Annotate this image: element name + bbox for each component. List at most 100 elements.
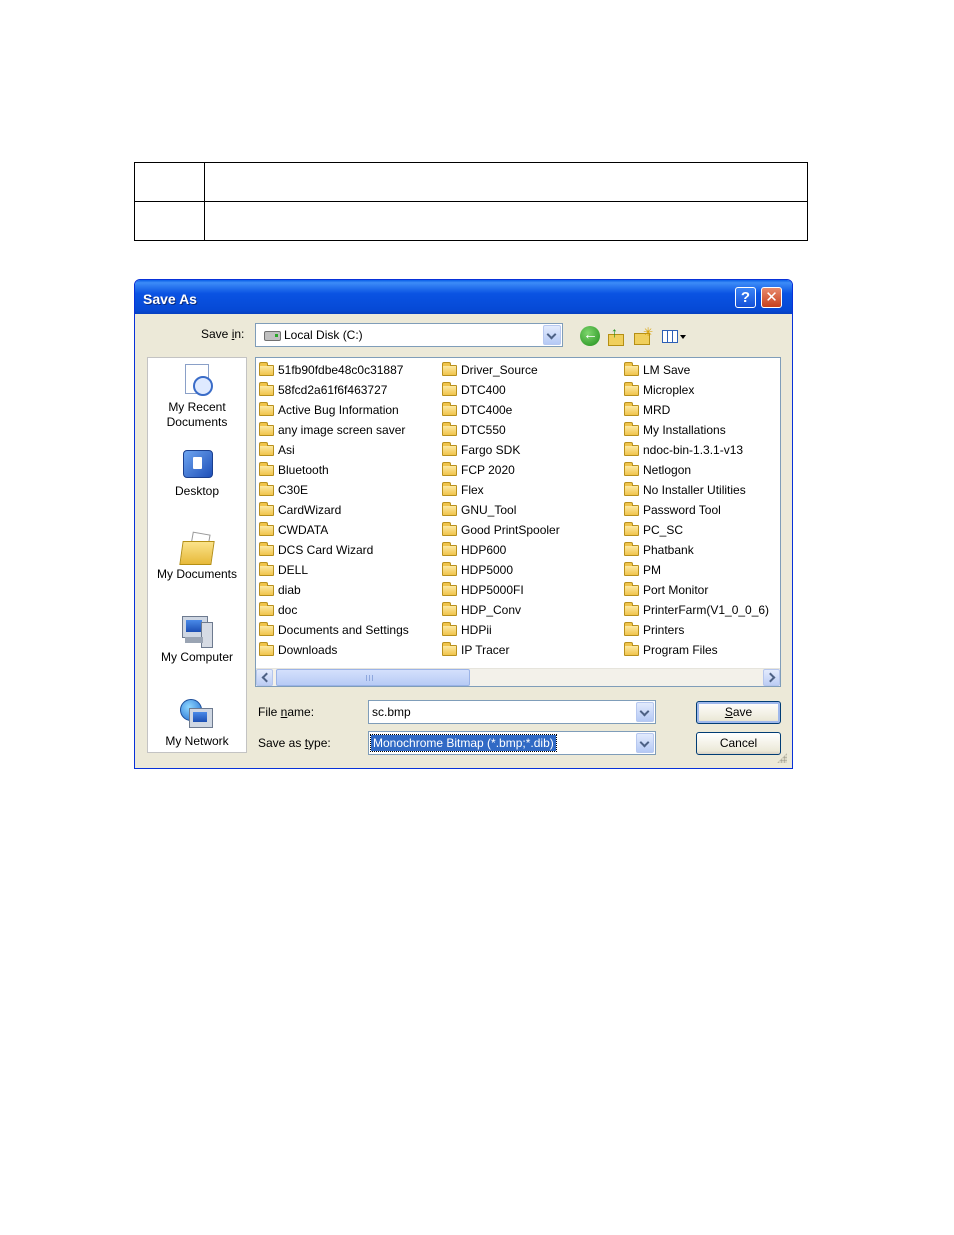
place-my-documents[interactable]: My Documents [148,531,246,582]
place-desktop[interactable]: Desktop [148,448,246,499]
folder-item[interactable]: Downloads [257,640,409,660]
folder-item[interactable]: CardWizard [257,500,409,520]
folder-item[interactable]: IP Tracer [440,640,560,660]
folder-name: 51fb90fdbe48c0c31887 [278,363,404,377]
folder-item[interactable]: Password Tool [622,500,769,520]
scroll-left-button[interactable] [256,669,273,686]
folder-item[interactable]: DTC550 [440,420,560,440]
views-menu-icon[interactable] [660,326,688,346]
back-icon[interactable] [580,326,600,346]
folder-icon [259,602,274,616]
folder-icon [442,422,457,436]
folder-item[interactable]: Printers [622,620,769,640]
folder-item[interactable]: FCP 2020 [440,460,560,480]
horizontal-scrollbar[interactable] [256,668,780,686]
scroll-right-button[interactable] [763,669,780,686]
folder-icon [624,422,639,436]
folder-item[interactable]: any image screen saver [257,420,409,440]
close-button[interactable]: ✕ [761,287,782,308]
local-disk-icon [264,331,281,341]
save-as-type-dropdown[interactable]: Monochrome Bitmap (*.bmp;*.dib) [368,731,656,755]
folder-item[interactable]: Microplex [622,380,769,400]
folder-name: C30E [278,483,309,497]
place-my-network[interactable]: My Network [148,698,246,749]
save-as-type-arrow[interactable] [635,732,655,754]
folder-icon [442,462,457,476]
folder-item[interactable]: Good PrintSpooler [440,520,560,540]
folder-item[interactable]: DCS Card Wizard [257,540,409,560]
save-in-dropdown[interactable]: Local Disk (C:) [255,323,563,347]
file-list[interactable]: 51fb90fdbe48c0c31887 58fcd2a61f6f463727 Ac… [255,357,781,687]
up-folder-icon[interactable]: ↑ [606,324,626,346]
folder-item[interactable]: No Installer Utilities [622,480,769,500]
folder-icon [259,362,274,376]
folder-item[interactable]: Bluetooth [257,460,409,480]
folder-item[interactable]: CWDATA [257,520,409,540]
folder-name: Fargo SDK [461,443,521,457]
folder-item[interactable]: diab [257,580,409,600]
place-my-computer[interactable]: My Computer [148,614,246,665]
folder-item[interactable]: MRD [622,400,769,420]
chevron-down-icon[interactable] [543,325,561,345]
folder-item[interactable]: GNU_Tool [440,500,560,520]
place-label: My Computer [160,650,234,664]
folder-name: HDP600 [461,543,507,557]
folder-item[interactable]: ndoc-bin-1.3.1-v13 [622,440,769,460]
folder-item[interactable]: HDP5000FI [440,580,560,600]
folder-item[interactable]: Port Monitor [622,580,769,600]
place-label: Desktop [174,484,220,498]
new-folder-icon[interactable]: ✳ [632,325,653,346]
folder-item[interactable]: My Installations [622,420,769,440]
place-label: Documents [166,415,228,429]
folder-item[interactable]: LM Save [622,360,769,380]
folder-name: PrinterFarm(V1_0_0_6) [643,603,770,617]
folder-item[interactable]: 51fb90fdbe48c0c31887 [257,360,409,380]
my-computer-icon [179,614,215,648]
folder-item[interactable]: Driver_Source [440,360,560,380]
folder-name: Port Monitor [643,583,709,597]
file-name-dropdown[interactable] [635,701,655,723]
file-name-label: File name: [258,705,314,719]
folder-icon [624,482,639,496]
dialog-title: Save As [143,291,197,307]
folder-item[interactable]: PrinterFarm(V1_0_0_6) [622,600,769,620]
folder-item[interactable]: Active Bug Information [257,400,409,420]
title-bar[interactable]: Save As ? ✕ [135,280,792,314]
folder-item[interactable]: HDP600 [440,540,560,560]
folder-item[interactable]: DTC400 [440,380,560,400]
folder-item[interactable]: doc [257,600,409,620]
cancel-button[interactable]: Cancel [696,732,781,755]
folder-item[interactable]: HDP_Conv [440,600,560,620]
chevron-down-icon[interactable] [636,702,654,722]
folder-item[interactable]: Phatbank [622,540,769,560]
save-button[interactable]: Save [696,701,781,724]
folder-item[interactable]: DTC400e [440,400,560,420]
folder-item[interactable]: Program Files [622,640,769,660]
folder-icon [624,382,639,396]
help-button[interactable]: ? [735,287,756,308]
folder-icon [624,362,639,376]
label-text: n: [234,327,245,341]
place-my-recent-documents[interactable]: My Recent Documents [148,364,246,430]
folder-item[interactable]: Flex [440,480,560,500]
folder-item[interactable]: Netlogon [622,460,769,480]
folder-item[interactable]: PC_SC [622,520,769,540]
folder-icon [442,642,457,656]
scrollbar-thumb[interactable] [276,669,470,686]
folder-name: Printers [643,623,685,637]
chevron-down-icon[interactable] [636,733,654,753]
file-name-field[interactable]: sc.bmp [368,700,656,724]
folder-icon [624,542,639,556]
folder-item[interactable]: HDPii [440,620,560,640]
folder-item[interactable]: Fargo SDK [440,440,560,460]
folder-item[interactable]: PM [622,560,769,580]
folder-item[interactable]: HDP5000 [440,560,560,580]
folder-name: No Installer Utilities [643,483,746,497]
folder-icon [259,502,274,516]
folder-item[interactable]: 58fcd2a61f6f463727 [257,380,409,400]
folder-item[interactable]: Asi [257,440,409,460]
folder-item[interactable]: DELL [257,560,409,580]
folder-item[interactable]: Documents and Settings [257,620,409,640]
folder-name: Password Tool [643,503,721,517]
folder-item[interactable]: C30E [257,480,409,500]
